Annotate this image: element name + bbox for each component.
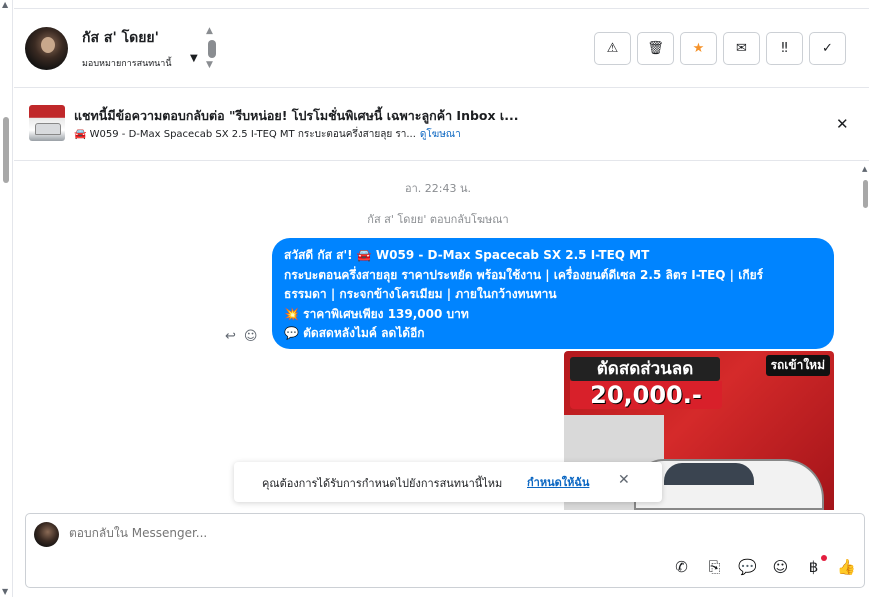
page-avatar: [34, 522, 59, 547]
contact-avatar[interactable]: [25, 27, 68, 70]
view-ad-link[interactable]: ดูโฆษณา: [420, 129, 461, 140]
chat-scrollbar-thumb[interactable]: [863, 180, 868, 208]
scroll-up-arrow-icon[interactable]: ▲: [2, 0, 8, 9]
assign-to-me-link[interactable]: กำหนดให้ฉัน: [527, 473, 589, 491]
warning-icon: ⚠: [606, 41, 619, 56]
mark-done-button[interactable]: ✓: [809, 32, 846, 65]
message-thread[interactable]: อา. 22:43 น. กัส ส' โดยย' ตอบกลับโฆษณา ↩…: [14, 162, 869, 510]
baht-icon[interactable]: ฿: [804, 555, 827, 576]
page-scrollbar-thumb[interactable]: [3, 117, 9, 183]
chat-scrollbar[interactable]: ▲: [862, 162, 869, 510]
react-emoji-icon[interactable]: ☺: [244, 329, 258, 344]
message-timestamp: อา. 22:43 น.: [405, 182, 471, 195]
outgoing-message-bubble[interactable]: สวัสดี กัส ส'! 🚘 W059 - D-Max Spacecab S…: [272, 238, 834, 349]
mark-spam-button[interactable]: ⚠: [594, 32, 631, 65]
follow-up-icon: ‼: [781, 41, 788, 56]
navigator-handle[interactable]: [208, 40, 216, 58]
envelope-icon: ✉: [736, 41, 747, 56]
ad-reply-banner: แชทนี้มีข้อความตอบกลับต่อ "รีบหน่อย! โปร…: [14, 89, 869, 161]
assign-to-me-notice: คุณต้องการได้รับการกำหนดไปยังการสนทนานี้…: [234, 462, 662, 502]
next-conversation-icon[interactable]: ▼: [206, 60, 213, 70]
mark-unread-button[interactable]: ✉: [723, 32, 760, 65]
notice-text: คุณต้องการได้รับการกำหนดไปยังการสนทนานี้…: [262, 477, 503, 490]
scroll-down-arrow-icon[interactable]: ▼: [2, 587, 8, 596]
assign-dropdown-caret-icon[interactable]: ▼: [190, 53, 198, 64]
emoji-icon[interactable]: ☺: [771, 558, 790, 576]
reply-icon[interactable]: ↩: [225, 329, 236, 344]
promo-amount: 20,000.-: [570, 381, 722, 409]
message-line: ธรรมดา | กระจกข้างโครเมียม | ภายในกว้างท…: [284, 287, 557, 301]
message-line: 💥 ราคาพิเศษเพียง 139,000 บาท: [284, 306, 469, 321]
truck-windshield: [664, 463, 754, 485]
ad-product-name: 🚘 W059 - D-Max Spacecab SX 2.5 I-TEQ MT …: [74, 129, 416, 140]
star-button[interactable]: ★: [680, 32, 717, 65]
message-line: 💬 ตัดสดหลังไมค์ ลดได้อีก: [284, 326, 425, 340]
chat-scroll-up-icon[interactable]: ▲: [862, 165, 867, 173]
saved-reply-icon[interactable]: 💬: [738, 558, 757, 576]
assign-conversation-label[interactable]: มอบหมายการสนทนานี้: [82, 56, 172, 70]
promo-tag: รถเข้าใหม่: [765, 355, 830, 376]
page-scrollbar[interactable]: ▲: [0, 0, 13, 597]
phone-add-icon[interactable]: ✆: [672, 558, 691, 576]
replied-to-ad-note: กัส ส' โดยย' ตอบกลับโฆษณา: [367, 213, 509, 226]
ad-reply-title: แชทนี้มีข้อความตอบกลับต่อ "รีบหน่อย! โปร…: [74, 108, 519, 123]
reply-composer: ✆ ⎘ 💬 ☺ ฿ 👍: [25, 513, 865, 588]
check-icon: ✓: [822, 41, 833, 56]
follow-up-button[interactable]: ‼: [766, 32, 803, 65]
message-actions: ↩ ☺: [225, 329, 257, 344]
ad-thumbnail: [29, 105, 65, 141]
attachment-icon[interactable]: ⎘: [705, 558, 724, 576]
ad-reply-subtitle: 🚘 W059 - D-Max Spacecab SX 2.5 I-TEQ MT …: [74, 127, 461, 142]
thumbs-up-icon[interactable]: 👍: [837, 558, 856, 576]
close-icon[interactable]: ✕: [836, 115, 849, 133]
conversation-navigator[interactable]: ▲ ▼: [205, 26, 219, 72]
notification-dot: [821, 555, 827, 561]
composer-toolbar: ✆ ⎘ 💬 ☺ ฿ 👍: [672, 555, 856, 576]
promo-headline: ตัดสดส่วนลด: [570, 357, 720, 381]
message-line: สวัสดี กัส ส'! 🚘 W059 - D-Max Spacecab S…: [284, 248, 650, 262]
reply-input[interactable]: [69, 526, 669, 540]
contact-name[interactable]: กัส ส' โดยย': [82, 27, 159, 49]
conversation-actions: ⚠ 🗑 ★ ✉ ‼ ✓: [594, 32, 846, 65]
star-icon: ★: [692, 41, 705, 56]
trash-icon: 🗑: [647, 41, 664, 56]
close-icon[interactable]: ✕: [618, 472, 630, 488]
conversation-header: กัส ส' โดยย' มอบหมายการสนทนานี้ ▼ ▲ ▼ ⚠ …: [14, 9, 869, 88]
previous-conversation-icon[interactable]: ▲: [206, 26, 213, 36]
message-line: กระบะตอนครึ่งสายลุย ราคาประหยัด พร้อมใช้…: [284, 267, 764, 282]
delete-button[interactable]: 🗑: [637, 32, 674, 65]
